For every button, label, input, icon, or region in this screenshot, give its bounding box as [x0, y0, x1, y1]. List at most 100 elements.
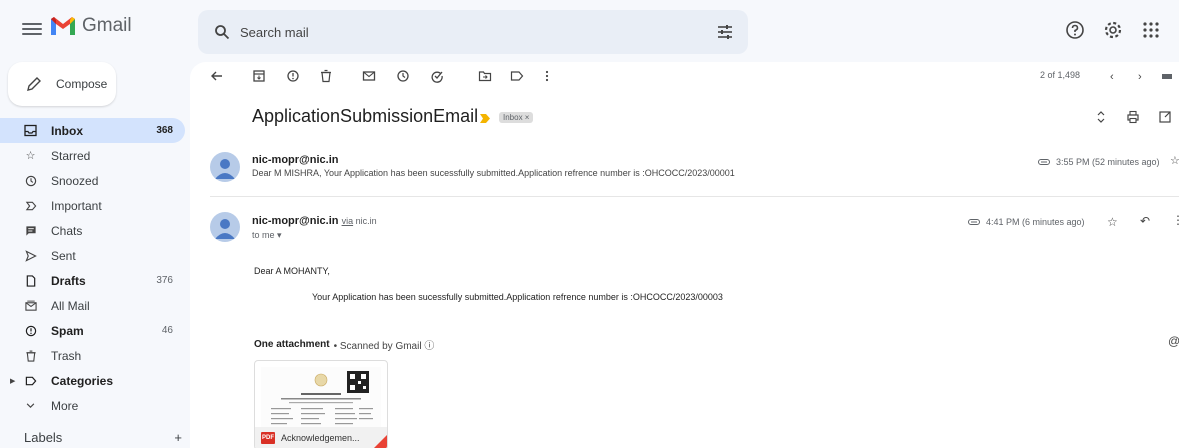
attachment-count: One attachment: [254, 339, 330, 350]
search-icon[interactable]: [214, 24, 230, 40]
attachment-filename: Acknowledgemen...: [281, 433, 360, 443]
label-as-icon[interactable]: [510, 69, 524, 83]
pdf-corner-fold: [373, 435, 387, 448]
sidebar-item-label: Sent: [51, 248, 76, 263]
email-subject: ApplicationSubmissionEmail: [252, 106, 479, 126]
apps-grid-icon[interactable]: [1141, 20, 1161, 40]
sender-email[interactable]: nic-mopr@nic.in: [252, 154, 339, 166]
sidebar-item-important[interactable]: Important: [0, 193, 185, 218]
unread-count: 368: [156, 125, 173, 136]
message-time: 3:55 PM (52 minutes ago): [1038, 157, 1160, 167]
sidebar-item-label: Important: [51, 198, 102, 213]
sidebar-item-label: All Mail: [51, 298, 90, 313]
clock-icon: [24, 174, 37, 187]
mark-unread-icon[interactable]: [362, 69, 376, 83]
gmail-logo[interactable]: Gmail: [50, 15, 132, 37]
message-view: 2 of 1,498 ‹ › ApplicationSubmissionEmai…: [190, 62, 1179, 448]
sidebar-item-label: Categories: [51, 373, 114, 388]
search-bar[interactable]: [198, 10, 748, 54]
default-person-icon: [215, 159, 235, 179]
compose-button[interactable]: Compose: [8, 62, 116, 106]
trash-icon: [24, 349, 37, 362]
star-icon[interactable]: ☆: [1170, 154, 1179, 167]
search-options-icon[interactable]: [716, 23, 734, 41]
sidebar-item-spam[interactable]: Spam 46: [0, 318, 185, 343]
sidebar-item-label: Inbox: [51, 123, 83, 138]
sidebar-item-label: More: [51, 398, 79, 413]
labels-heading: Labels: [24, 430, 63, 445]
message-time: 4:41 PM (6 minutes ago): [968, 217, 1085, 227]
add-to-drive-icon[interactable]: @: [1168, 334, 1179, 348]
top-bar: Gmail: [0, 0, 1179, 64]
spam-count: 46: [161, 325, 173, 336]
sidebar-item-label: Snoozed: [51, 173, 99, 188]
email-greeting: Dear A MOHANTY,: [254, 266, 330, 276]
labels-section-header: Labels +: [24, 430, 182, 445]
compose-label: Compose: [56, 77, 108, 91]
recipient-details[interactable]: to me ▾: [252, 230, 282, 241]
main-menu-icon[interactable]: [22, 20, 42, 40]
avatar[interactable]: [210, 212, 240, 242]
sidebar-item-categories[interactable]: ▶ Categories: [0, 368, 185, 393]
archive-icon[interactable]: [252, 69, 266, 83]
label-icon: [24, 374, 37, 387]
reply-icon[interactable]: ↶: [1140, 214, 1150, 228]
inbox-icon: [24, 124, 37, 137]
sidebar-item-snoozed[interactable]: Snoozed: [0, 168, 185, 193]
expand-caret-icon[interactable]: ▶: [10, 377, 15, 385]
attachment-card[interactable]: PDF Acknowledgemen...: [254, 360, 388, 448]
chevron-down-icon: [24, 399, 37, 412]
open-new-window-icon[interactable]: [1158, 110, 1172, 124]
expand-all-icon[interactable]: [1094, 110, 1108, 124]
sidebar-item-chats[interactable]: Chats: [0, 218, 185, 243]
chat-icon: [24, 224, 37, 237]
pagination-count: 2 of 1,498: [1040, 70, 1081, 80]
sidebar-item-label: Starred: [51, 148, 91, 163]
all-mail-icon: [24, 299, 37, 312]
scanned-note[interactable]: • Scanned by Gmail ⓘ: [334, 337, 435, 352]
snooze-icon[interactable]: [396, 69, 410, 83]
top-right-actions: [1065, 20, 1161, 40]
sidebar-item-starred[interactable]: ☆ Starred: [0, 143, 185, 168]
print-icon[interactable]: [1126, 110, 1140, 124]
sidebar-item-sent[interactable]: Sent: [0, 243, 185, 268]
add-label-button[interactable]: +: [174, 430, 182, 445]
more-vertical-icon[interactable]: [540, 69, 554, 83]
older-chevron-icon[interactable]: ›: [1138, 71, 1142, 83]
sidebar-item-label: Spam: [51, 323, 84, 338]
search-input[interactable]: [240, 24, 680, 40]
sidebar-item-label: Trash: [51, 348, 82, 363]
input-tools-icon[interactable]: [1162, 69, 1174, 83]
settings-gear-icon[interactable]: [1103, 20, 1123, 40]
drafts-count: 376: [156, 275, 173, 286]
sidebar-item-all-mail[interactable]: All Mail: [0, 293, 185, 318]
back-arrow-icon[interactable]: [210, 69, 224, 83]
newer-chevron-icon[interactable]: ‹: [1110, 71, 1114, 83]
pdf-thumbnail: [261, 367, 381, 429]
sender-email: nic-mopr@nic.in: [252, 215, 339, 227]
attachment-clip-icon: [968, 219, 980, 225]
sidebar-item-inbox[interactable]: Inbox 368: [0, 118, 185, 143]
sender-line[interactable]: nic-mopr@nic.in via nic.in: [252, 215, 377, 227]
delete-icon[interactable]: [319, 69, 333, 83]
sidebar-item-trash[interactable]: Trash: [0, 343, 185, 368]
help-icon[interactable]: [1065, 20, 1085, 40]
spam-icon: [24, 324, 37, 337]
gmail-m-icon: [51, 17, 75, 35]
default-person-icon: [215, 219, 235, 239]
sidebar-item-more[interactable]: More: [0, 393, 185, 418]
add-to-tasks-icon[interactable]: [430, 69, 444, 83]
more-options-icon[interactable]: ⋮: [1172, 213, 1179, 227]
report-spam-icon[interactable]: [286, 69, 300, 83]
attachment-footer: PDF Acknowledgemen...: [255, 427, 387, 448]
message-toolbar: 2 of 1,498 ‹ ›: [190, 62, 1179, 92]
important-marker-icon[interactable]: [480, 114, 490, 123]
inbox-label-chip[interactable]: Inbox ×: [499, 112, 534, 123]
star-icon[interactable]: ☆: [1107, 215, 1118, 229]
email-body: Your Application has been sucessfully su…: [312, 292, 723, 302]
avatar[interactable]: [210, 152, 240, 182]
message-snippet[interactable]: Dear M MISHRA, Your Application has been…: [252, 168, 735, 178]
send-icon: [24, 249, 37, 262]
move-to-icon[interactable]: [478, 69, 492, 83]
sidebar-item-drafts[interactable]: Drafts 376: [0, 268, 185, 293]
